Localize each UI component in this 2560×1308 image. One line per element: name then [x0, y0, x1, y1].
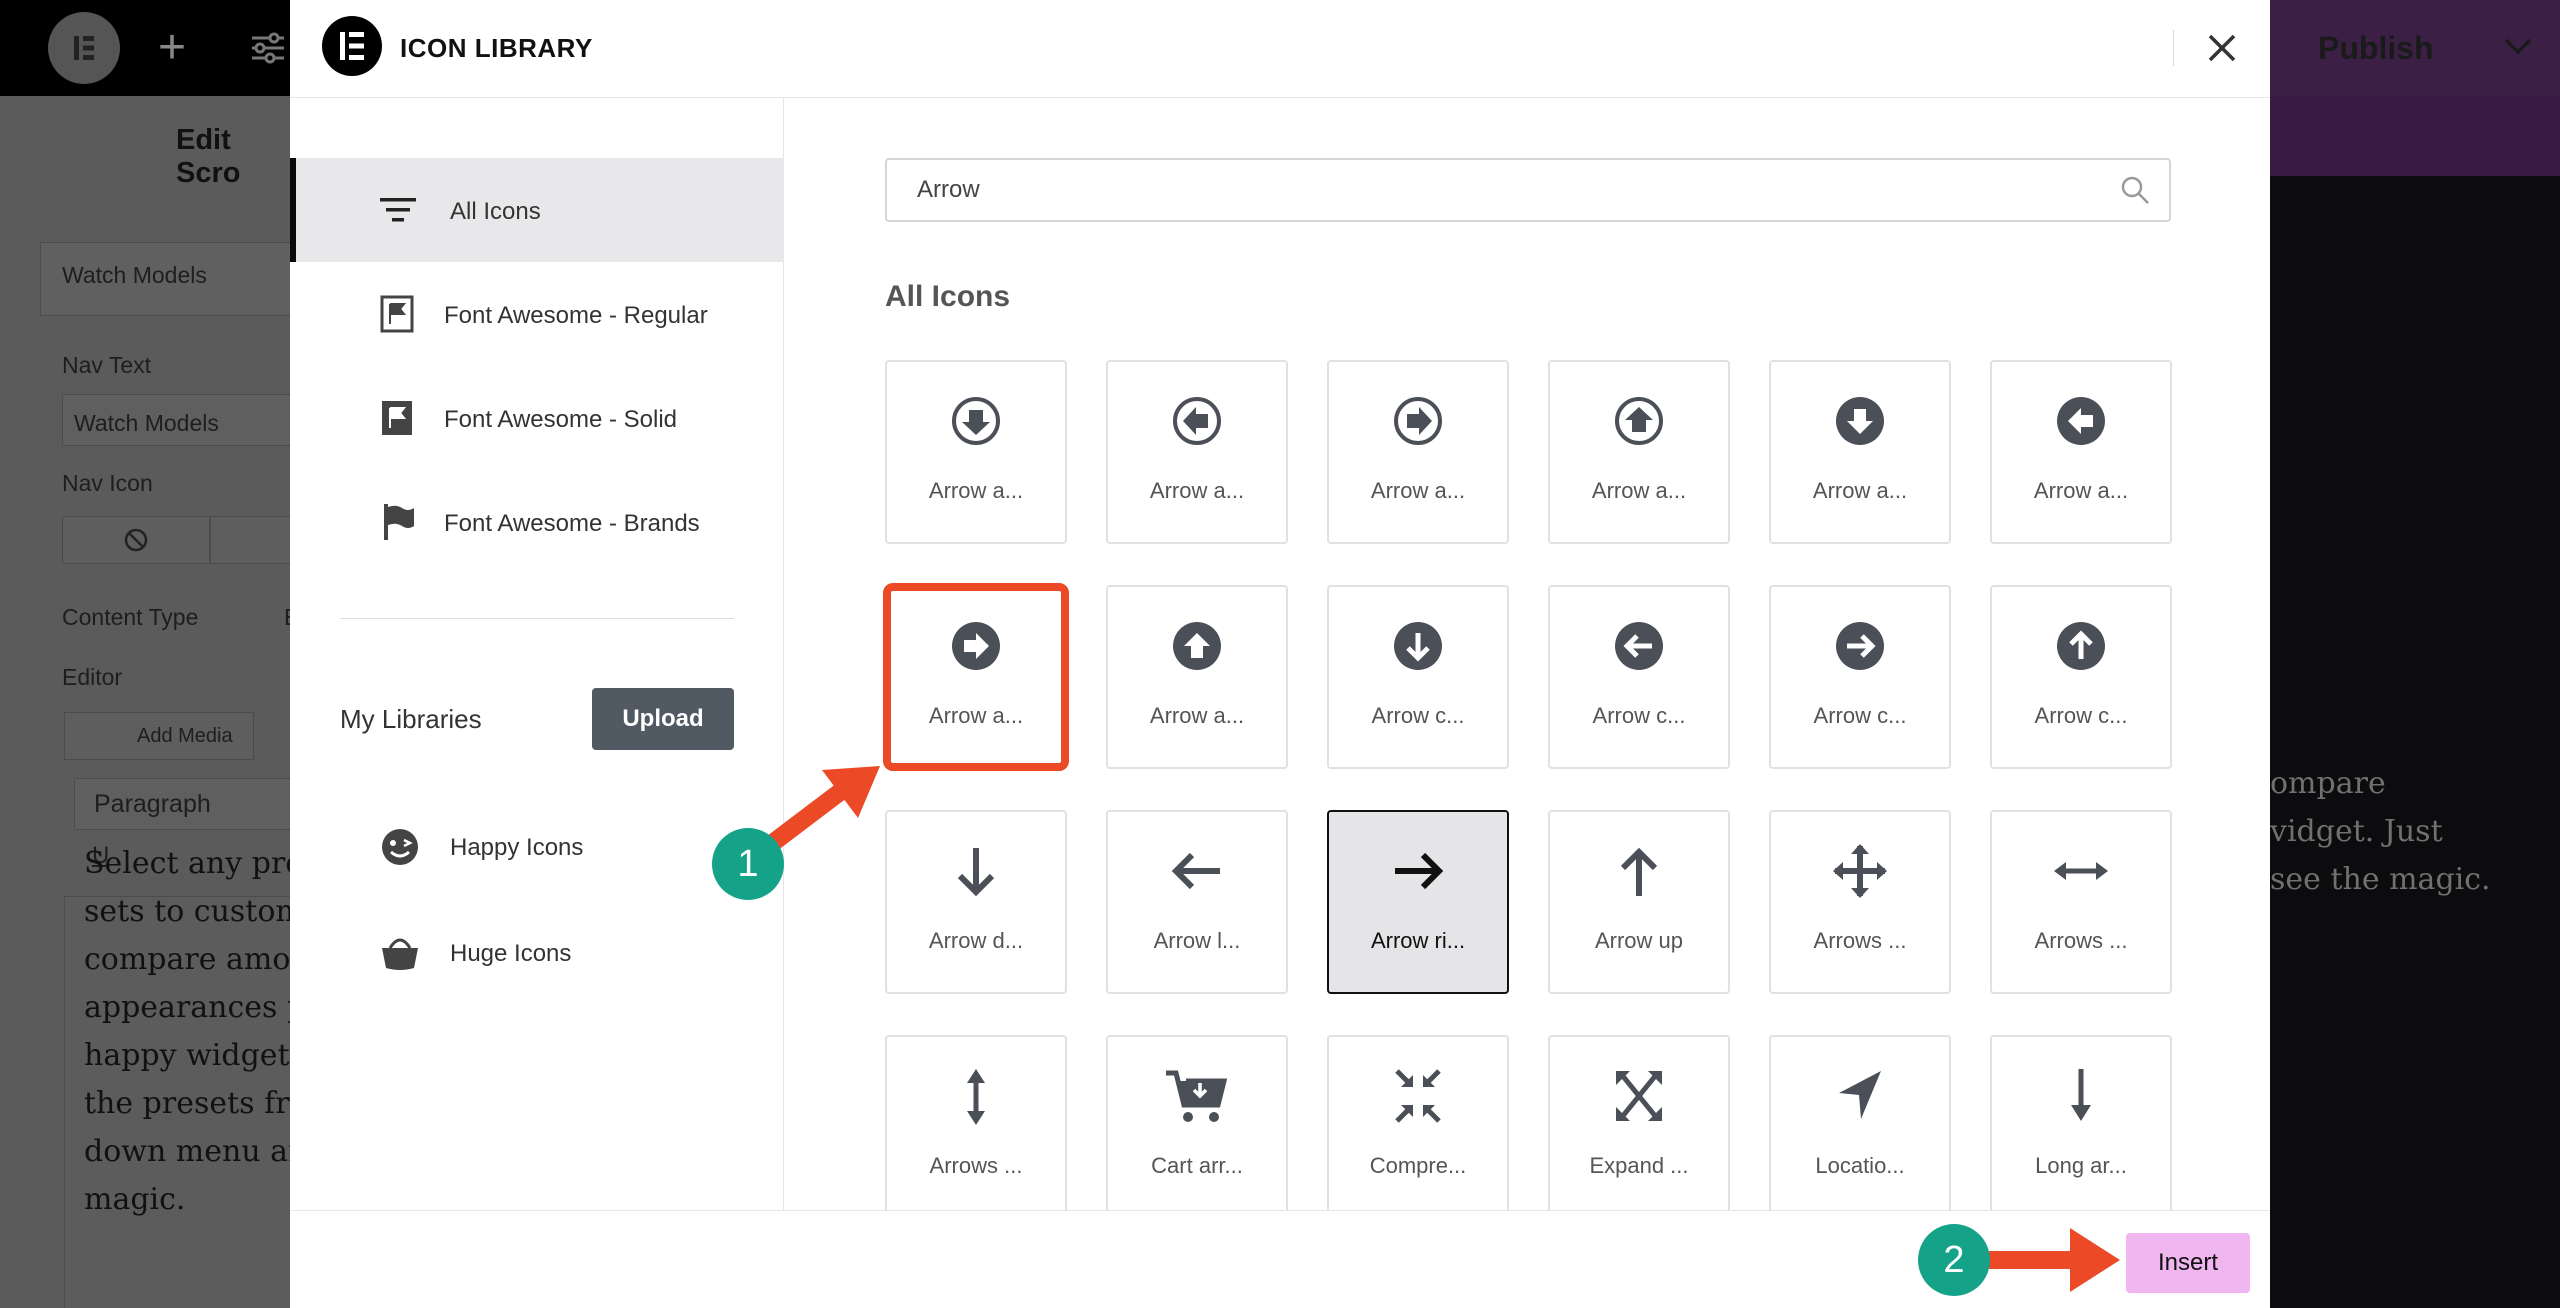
step-2-badge: 2: [1918, 1224, 1990, 1296]
step-1-badge: 1: [712, 828, 784, 900]
arrow-1-icon: [757, 766, 880, 857]
arrow-2-icon: [1981, 1228, 2120, 1292]
annotation-arrows: [757, 766, 2120, 1292]
